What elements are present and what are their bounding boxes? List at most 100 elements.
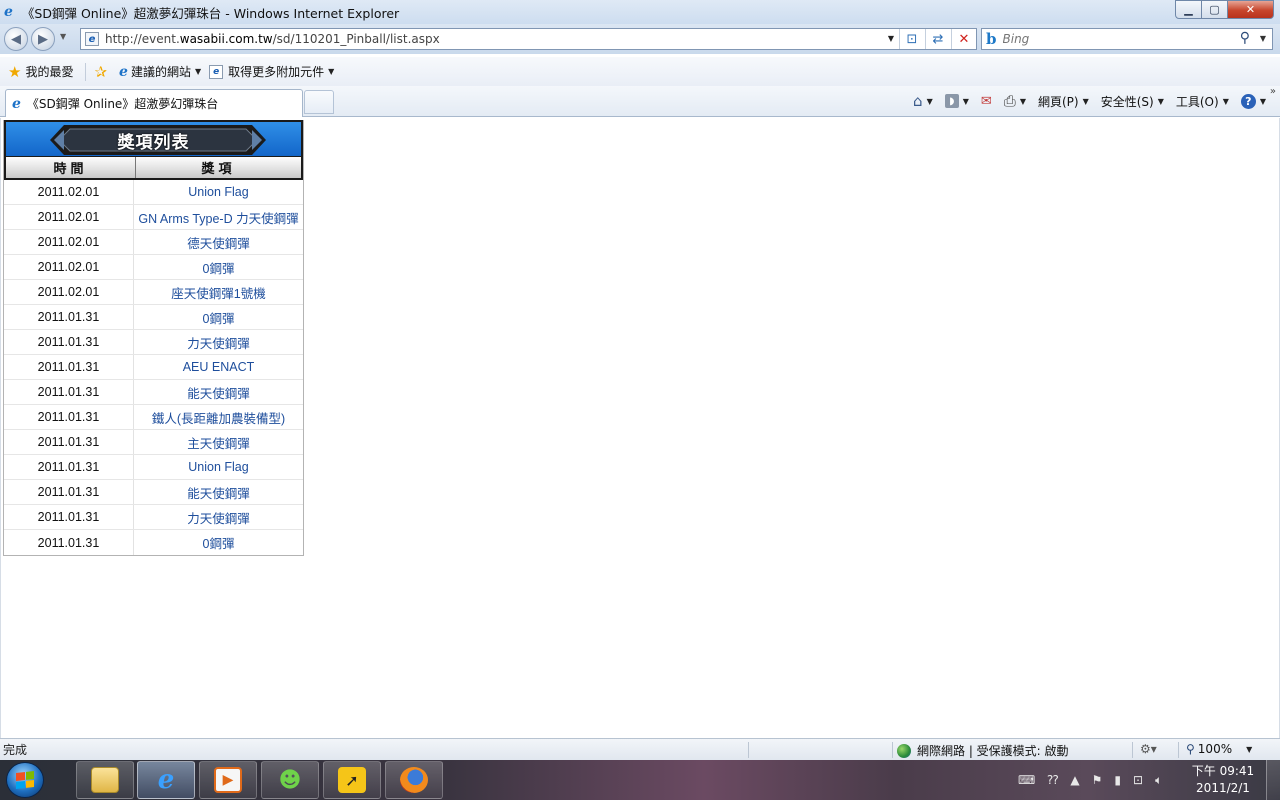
search-icon[interactable]: ⚲ <box>1240 30 1250 46</box>
forward-button[interactable]: ▶ <box>31 27 55 51</box>
row-date: 2011.02.01 <box>4 255 134 279</box>
print-button[interactable]: ⎙ ▼ <box>1004 92 1026 110</box>
suggested-sites-label: 建議的網站 <box>130 65 191 79</box>
home-button[interactable]: ⌂ ▼ <box>913 92 933 110</box>
more-commands-chevron-icon[interactable]: » <box>1270 86 1276 97</box>
row-prize: 力天使鋼彈 <box>187 511 250 526</box>
chevron-down-icon: ▼ <box>328 67 335 76</box>
favorites-separator <box>85 62 87 81</box>
row-date: 2011.01.31 <box>4 455 134 479</box>
taskbar-explorer-button[interactable] <box>76 761 134 799</box>
row-prize: 0鋼彈 <box>202 311 235 326</box>
prize-list-title: 獎項列表 <box>117 132 190 153</box>
suggested-sites-icon: e <box>119 63 128 80</box>
read-mail-button[interactable]: ✉ <box>981 94 992 109</box>
get-addons-label: 取得更多附加元件 <box>228 65 325 79</box>
chevron-down-icon: ▼ <box>926 96 933 106</box>
new-tab-button[interactable] <box>304 90 334 114</box>
tools-menu-label: 工具(O) <box>1175 94 1219 109</box>
taskbar-clock[interactable]: 下午 09:41 2011/2/1 <box>1188 763 1258 797</box>
bing-icon: b <box>986 30 997 48</box>
taskbar-ie-button[interactable]: e <box>137 761 195 799</box>
table-row: 2011.02.01 座天使鋼彈1號機 <box>4 280 303 305</box>
show-desktop-button[interactable] <box>1266 760 1280 800</box>
action-center-flag-icon[interactable]: ⚑ <box>1092 773 1103 787</box>
start-button[interactable] <box>6 762 44 798</box>
address-url[interactable]: http://event.wasabii.com.tw/sd/110201_Pi… <box>105 32 440 46</box>
taskbar-messenger-button[interactable]: ☻ <box>261 761 319 799</box>
language-icon[interactable]: ⁇ <box>1047 773 1058 787</box>
row-date: 2011.01.31 <box>4 305 134 329</box>
feeds-button[interactable]: ◗ ▼ <box>944 94 969 108</box>
zoom-level: 100% <box>1197 742 1233 756</box>
tab-ie-icon: e <box>12 95 21 112</box>
col-prize-header: 獎項 <box>201 162 236 177</box>
zoom-control[interactable]: ⚲ 100% ▼ <box>1186 742 1252 756</box>
folder-icon <box>91 767 119 793</box>
search-input[interactable] <box>1002 32 1243 46</box>
taskbar-media-button[interactable]: ▶ <box>199 761 257 799</box>
row-prize: GN Arms Type-D 力天使鋼彈 <box>138 211 299 226</box>
back-arrow-icon: ◀ <box>11 31 21 47</box>
chevron-down-icon: ▼ <box>1019 96 1026 106</box>
ie-logo-icon: e <box>4 4 13 20</box>
status-text: 完成 <box>3 743 28 757</box>
zoom-magnifier-icon: ⚲ <box>1186 742 1195 756</box>
table-row: 2011.02.01 0鋼彈 <box>4 255 303 280</box>
page-menu[interactable]: 網頁(P) ▼ <box>1038 93 1089 110</box>
show-hidden-icons-icon[interactable]: ▲ <box>1070 773 1079 787</box>
add-to-favorites-bar-button[interactable]: ✰ <box>94 63 111 81</box>
stop-button[interactable]: ✕ <box>951 29 976 49</box>
suggested-sites-button[interactable]: e 建議的網站 ▼ <box>119 63 201 80</box>
device-icon[interactable]: ▮ <box>1114 773 1121 787</box>
clock-time: 下午 09:41 <box>1191 764 1255 778</box>
stop-icon: ✕ <box>958 31 970 47</box>
row-date: 2011.02.01 <box>4 280 134 304</box>
address-dropdown-icon[interactable]: ▼ <box>888 34 894 43</box>
table-row: 2011.01.31 能天使鋼彈 <box>4 380 303 405</box>
url-prefix: http://event. <box>105 32 180 46</box>
maximize-button[interactable]: ▢ <box>1202 0 1228 19</box>
close-button[interactable]: ✕ <box>1228 0 1274 19</box>
refresh-button[interactable]: ⇄ <box>925 29 950 49</box>
title-bar: e 《SD鋼彈 Online》超激夢幻彈珠台 - Windows Interne… <box>0 0 1280 24</box>
favorites-label: 我的最愛 <box>25 65 74 79</box>
taskbar-app-button[interactable]: ➚ <box>323 761 381 799</box>
app-icon: ➚ <box>338 767 366 793</box>
get-addons-button[interactable]: e 取得更多附加元件 ▼ <box>209 63 334 80</box>
network-icon[interactable]: ⊡ <box>1133 773 1143 787</box>
tools-menu[interactable]: 工具(O) ▼ <box>1176 93 1229 110</box>
volume-icon[interactable]: 🔈︎ <box>1155 773 1162 788</box>
col-time-header: 時間 <box>6 157 136 178</box>
address-bar[interactable]: e http://event.wasabii.com.tw/sd/110201_… <box>80 28 977 50</box>
tab-active[interactable]: e 《SD鋼彈 Online》超激夢幻彈珠台 <box>5 89 303 117</box>
minimize-button[interactable]: ▁ <box>1175 0 1202 19</box>
safety-menu[interactable]: 安全性(S) ▼ <box>1101 93 1164 110</box>
add-favorite-icon: ✰ <box>94 62 108 81</box>
help-icon: ? <box>1240 93 1256 109</box>
favorites-bar: ★ 我的最愛 ✰ e 建議的網站 ▼ e 取得更多附加元件 ▼ <box>0 57 1280 86</box>
security-zone[interactable]: 網際網路 | 受保護模式: 啟動 <box>897 742 1069 759</box>
table-row: 2011.02.01 GN Arms Type-D 力天使鋼彈 <box>4 205 303 230</box>
taskbar-firefox-button[interactable] <box>385 761 443 799</box>
search-dropdown-icon[interactable]: ▼ <box>1260 34 1266 43</box>
back-button[interactable]: ◀ <box>4 27 28 51</box>
keyboard-icon[interactable]: ⌨ <box>1018 773 1035 787</box>
addon-page-icon: e <box>209 64 224 79</box>
mail-icon: ✉ <box>980 93 992 109</box>
privacy-report-icon[interactable]: ⚙▾ <box>1140 742 1157 756</box>
url-path: /sd/110201_Pinball/list.aspx <box>272 32 440 46</box>
chevron-down-icon: ▼ <box>1246 744 1253 754</box>
favorites-button[interactable]: ★ 我的最愛 <box>8 63 73 81</box>
status-divider <box>892 742 893 758</box>
search-box[interactable]: b ⚲ ▼ <box>981 28 1273 50</box>
compatibility-view-button[interactable]: ⊡ <box>899 29 924 49</box>
security-zone-label: 網際網路 | 受保護模式: 啟動 <box>917 744 1069 758</box>
help-menu[interactable]: ? ▼ <box>1240 93 1266 109</box>
row-prize: Union Flag <box>188 185 249 199</box>
compatibility-icon: ⊡ <box>906 31 918 47</box>
recent-pages-dropdown[interactable]: ▼ <box>60 32 66 41</box>
chevron-down-icon: ▼ <box>194 67 202 76</box>
favorites-star-icon: ★ <box>8 62 22 81</box>
table-row: 2011.02.01 德天使鋼彈 <box>4 230 303 255</box>
